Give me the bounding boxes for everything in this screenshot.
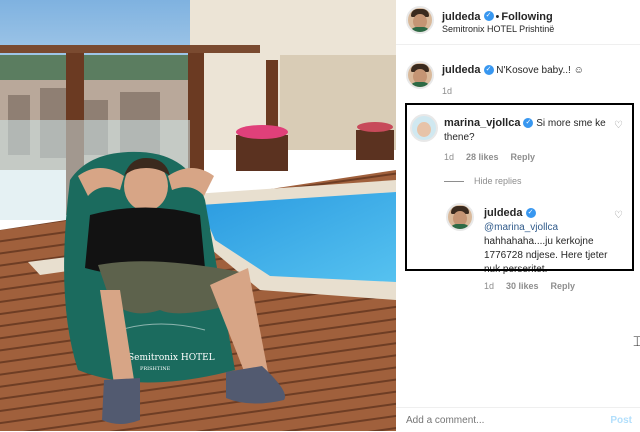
caption-text: N'Kosove baby..! ☺ xyxy=(496,65,584,76)
post-image-scene: Semitronix HOTEL PRISHTINE xyxy=(0,0,396,431)
comment-form: Post xyxy=(396,407,640,432)
verified-badge-icon: ✓ xyxy=(483,10,494,21)
reply-meta: 1d 30 likes Reply xyxy=(484,281,587,291)
post-location[interactable]: Semitronix HOTEL Prishtinë xyxy=(442,24,554,34)
author-username[interactable]: juldeda xyxy=(442,11,481,23)
post-comment-button[interactable]: Post xyxy=(610,415,632,426)
text-cursor-icon: ⌶ xyxy=(633,333,640,349)
highlight-box xyxy=(405,103,634,271)
add-comment-input[interactable] xyxy=(406,415,596,426)
post-header: juldeda ✓ • Following Semitronix HOTEL Pris… xyxy=(396,0,640,45)
caption-avatar[interactable] xyxy=(406,61,434,89)
caption-meta: 1d xyxy=(442,86,464,96)
beanbag-sub-text: PRISHTINE xyxy=(140,366,171,372)
reply-likes[interactable]: 30 likes xyxy=(506,281,539,291)
header-user-line: juldeda ✓ • Following xyxy=(442,7,553,25)
following-button[interactable]: Following xyxy=(501,11,552,23)
caption: juldeda ✓ N'Kosove baby..! ☺ xyxy=(442,63,632,78)
verified-badge-icon: ✓ xyxy=(483,65,494,76)
caption-time[interactable]: 1d xyxy=(442,86,452,96)
beanbag-brand-text: Semitronix HOTEL xyxy=(128,353,215,363)
author-avatar[interactable] xyxy=(406,6,434,34)
post-photo[interactable]: Semitronix HOTEL PRISHTINE xyxy=(0,0,396,431)
caption-username[interactable]: juldeda xyxy=(442,64,481,76)
reply-reply-button[interactable]: Reply xyxy=(551,281,576,291)
separator-dot: • xyxy=(495,11,500,23)
reply-time[interactable]: 1d xyxy=(484,281,494,291)
